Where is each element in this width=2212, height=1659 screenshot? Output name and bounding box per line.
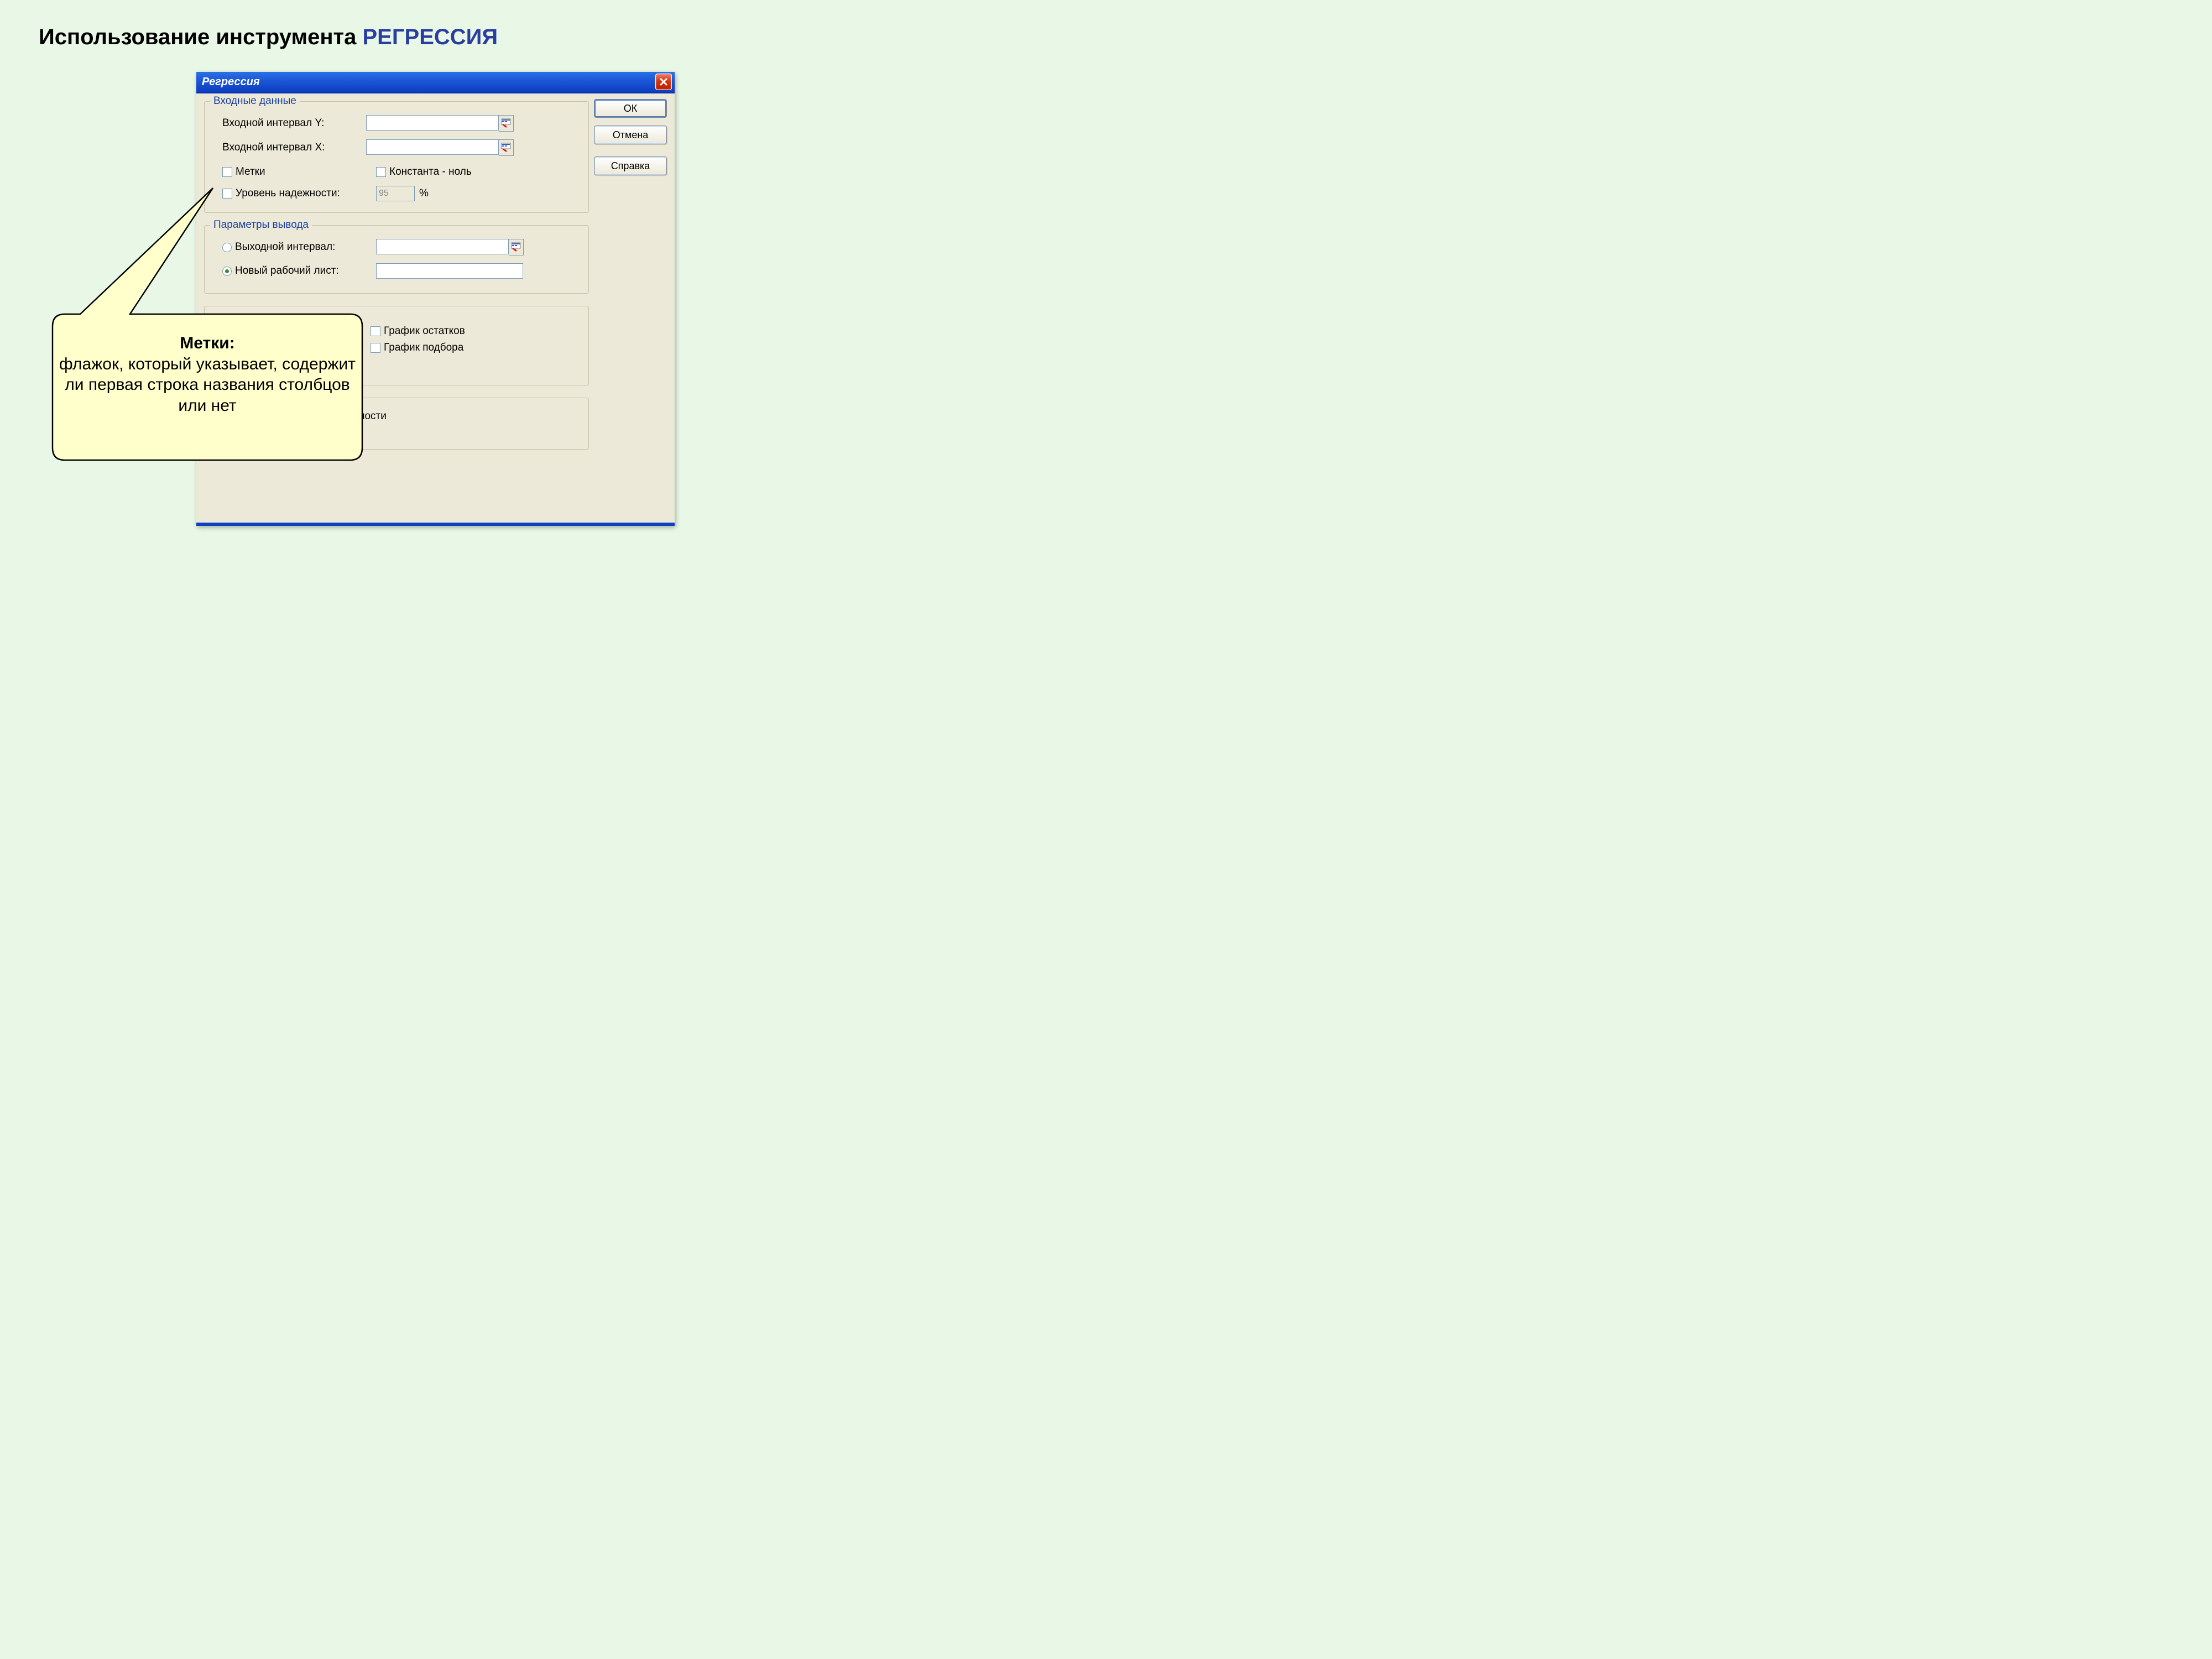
label-input-x: Входной интервал X: — [212, 142, 366, 154]
cancel-button[interactable]: Отмена — [594, 126, 667, 144]
slide-title: Использование инструмента РЕГРЕССИЯ — [39, 25, 498, 50]
dialog-button-column: ОК Отмена Справка — [594, 99, 667, 175]
ok-button-label: ОК — [624, 103, 638, 114]
checkbox-residual-plot-text: График остатков — [384, 325, 465, 337]
input-output-range[interactable] — [376, 239, 509, 254]
input-new-sheet-name[interactable] — [376, 263, 523, 279]
refedit-icon — [501, 118, 511, 128]
help-button-label: Справка — [611, 160, 650, 172]
input-x-range[interactable] — [366, 139, 499, 155]
checkbox-constant-zero-text: Константа - ноль — [389, 166, 472, 178]
checkbox-labels[interactable] — [222, 167, 232, 177]
cancel-button-label: Отмена — [613, 129, 649, 141]
refedit-output-button[interactable] — [509, 239, 524, 255]
dialog-bottom-border — [196, 523, 675, 526]
percent-label: % — [419, 187, 429, 200]
label-input-y: Входной интервал Y: — [212, 117, 366, 129]
ok-button[interactable]: ОК — [594, 99, 667, 118]
refedit-x-button[interactable] — [499, 139, 514, 156]
refedit-icon — [511, 242, 521, 252]
group-input-legend: Входные данные — [210, 95, 300, 107]
slide-title-accent: РЕГРЕССИЯ — [363, 25, 498, 49]
callout-body: флажок, который указывает, содержит ли п… — [59, 355, 356, 415]
refedit-y-button[interactable] — [499, 115, 514, 132]
close-button[interactable] — [655, 74, 672, 90]
callout-title: Метки: — [180, 334, 234, 352]
checkbox-labels-text: Метки — [236, 166, 265, 178]
close-icon — [659, 77, 668, 86]
checkbox-constant-zero[interactable] — [376, 167, 386, 177]
titlebar[interactable]: Регрессия — [196, 72, 675, 93]
callout: Метки: флажок, который указывает, содерж… — [30, 182, 384, 492]
input-y-range[interactable] — [366, 115, 499, 131]
slide-title-black: Использование инструмента — [39, 25, 363, 49]
titlebar-text: Регрессия — [202, 76, 260, 88]
help-button[interactable]: Справка — [594, 156, 667, 175]
checkbox-fit-plot-text: График подбора — [384, 342, 463, 354]
refedit-icon — [501, 143, 511, 153]
